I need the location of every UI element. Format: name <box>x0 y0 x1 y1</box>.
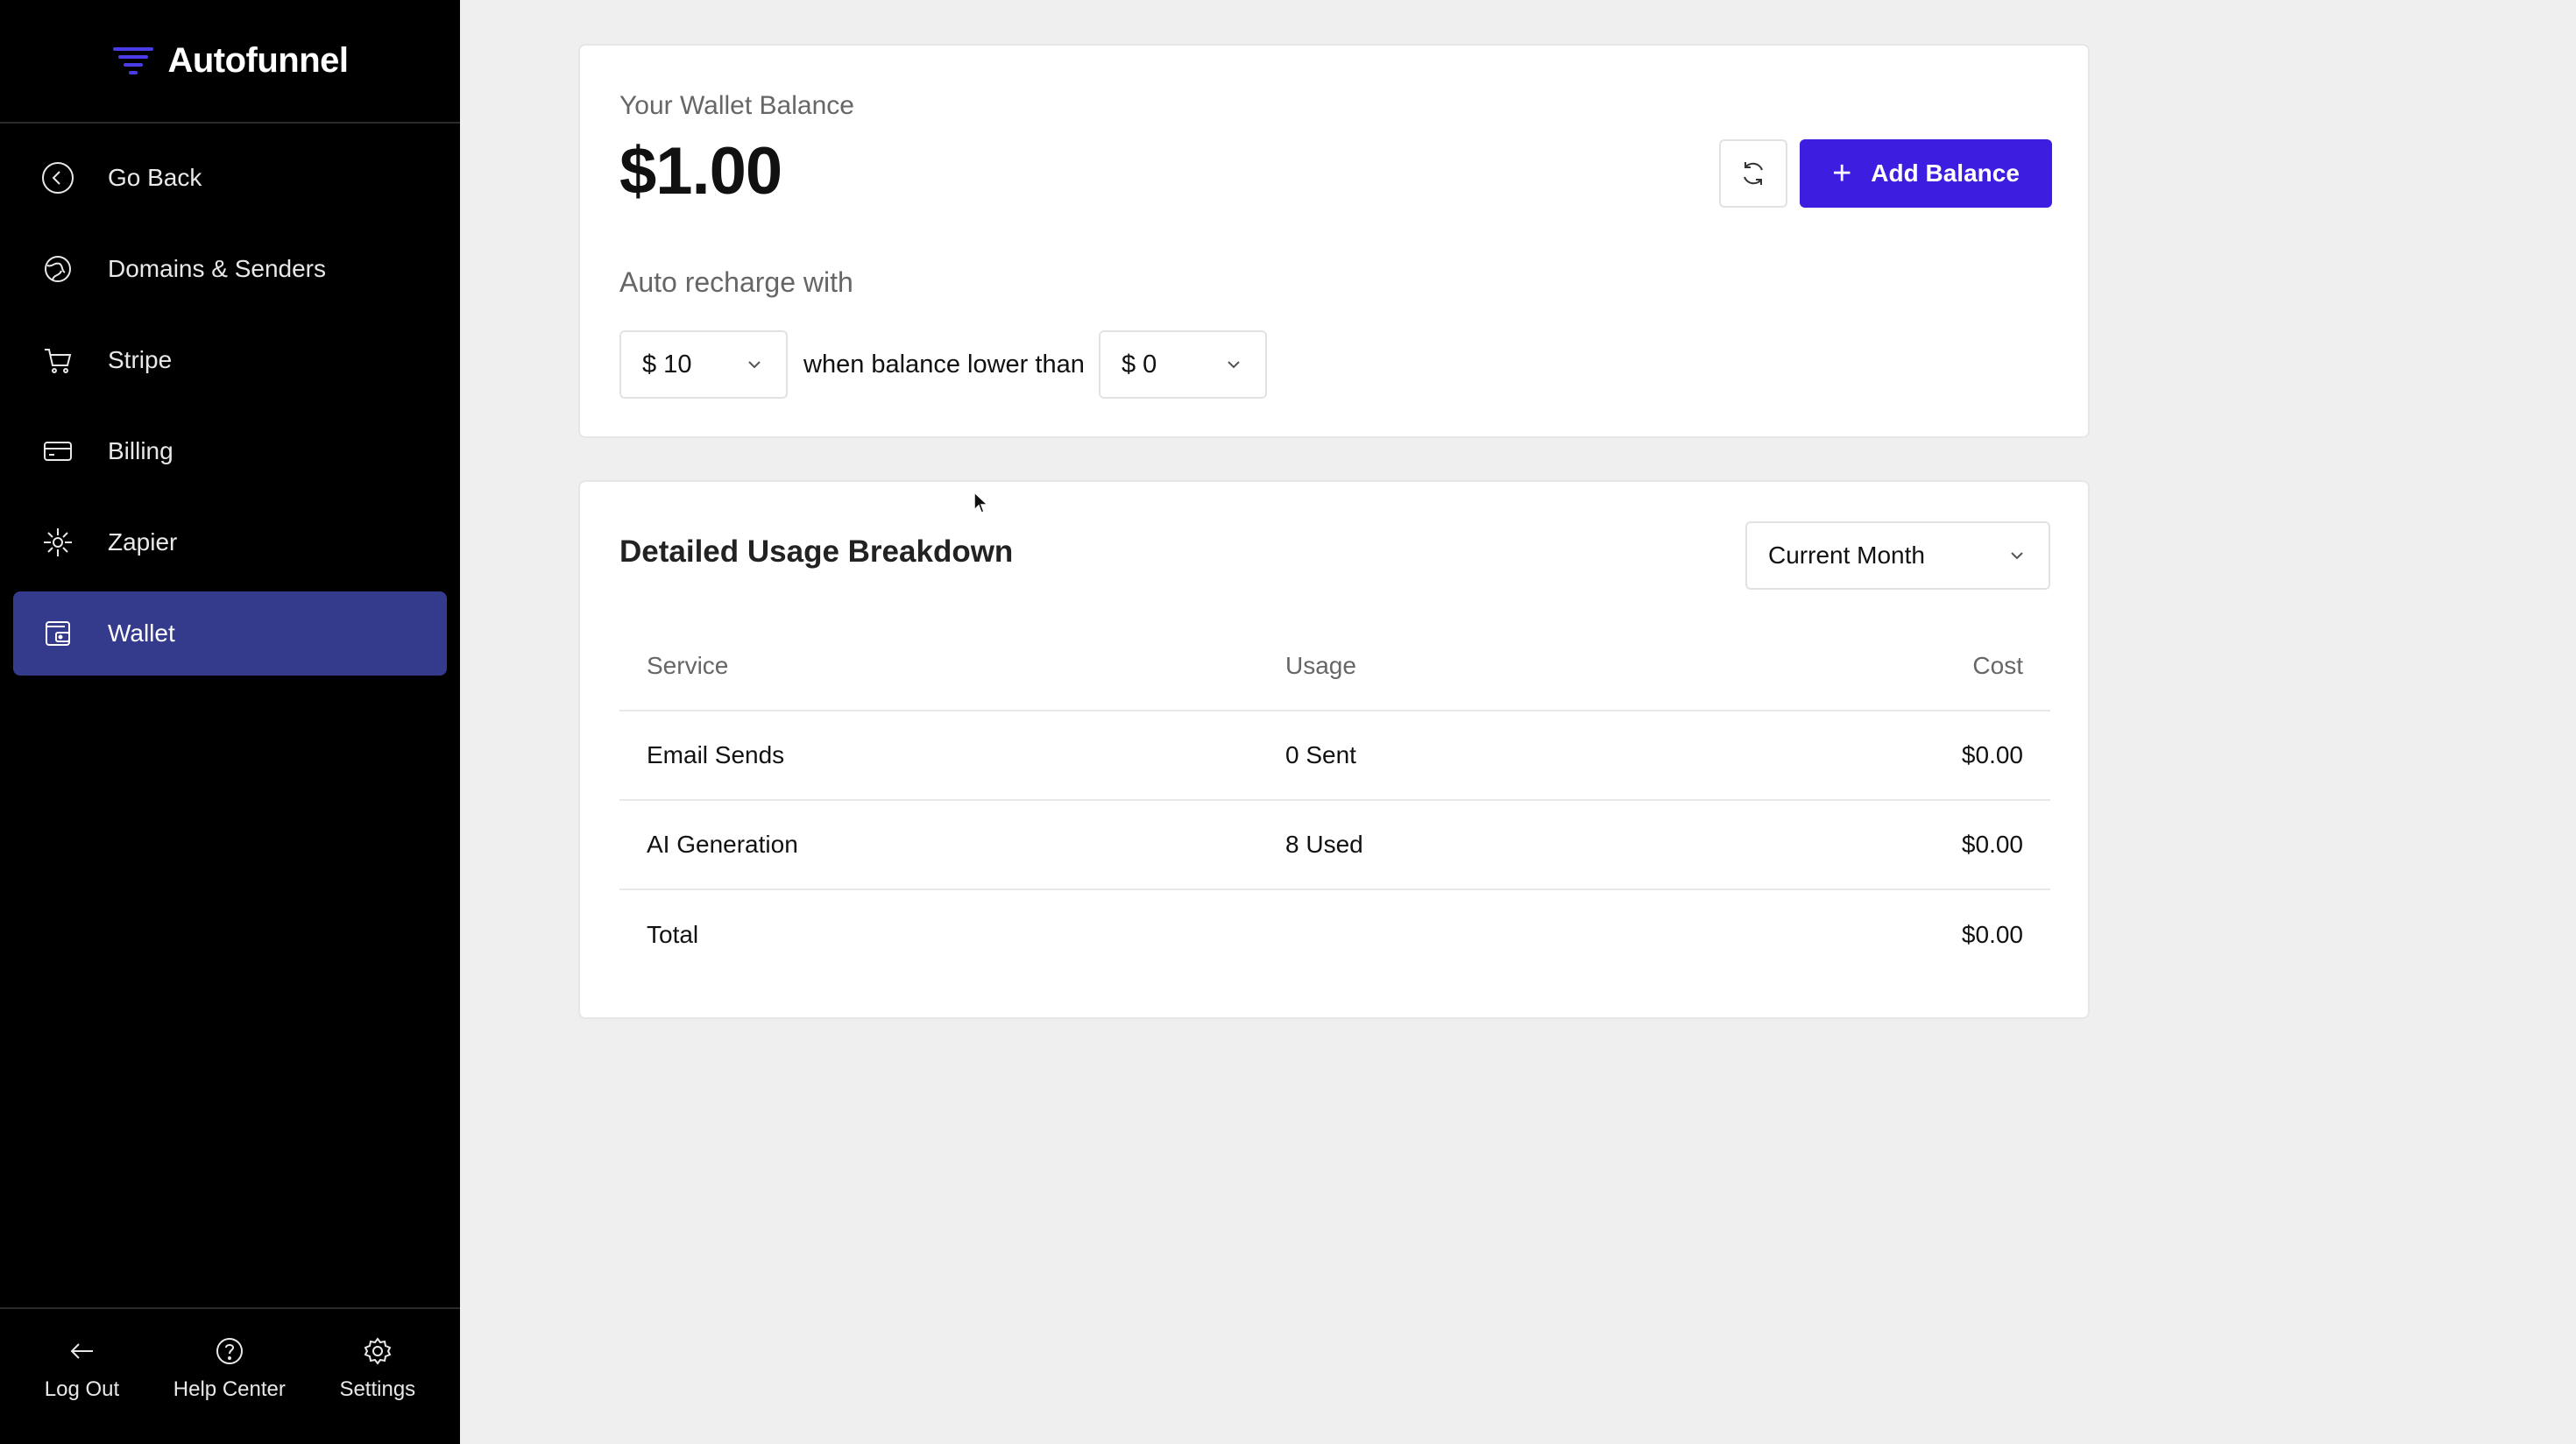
sidebar-item-zapier[interactable]: Zapier <box>13 500 447 584</box>
refresh-icon <box>1744 162 1763 185</box>
column-header-service: Service <box>647 652 729 679</box>
sidebar-footer: Log Out Help Center Settings <box>0 1307 460 1444</box>
sidebar-item-label: Wallet <box>108 619 175 647</box>
sidebar-item-wallet[interactable]: Wallet <box>13 591 447 676</box>
table-header-row: Service Usage Cost <box>619 622 2050 711</box>
threshold-amount-select[interactable]: $ 0 <box>1099 330 1267 399</box>
sidebar-item-domains[interactable]: Domains & Senders <box>13 227 447 311</box>
cell-service: Total <box>647 921 699 948</box>
column-header-usage: Usage <box>1285 652 1356 679</box>
footer-label: Help Center <box>173 1377 286 1401</box>
usage-title: Detailed Usage Breakdown <box>619 534 1014 569</box>
threshold-amount-value: $ 0 <box>1122 350 1157 379</box>
help-center-button[interactable]: Help Center <box>173 1309 286 1444</box>
arrow-left-icon <box>70 1343 93 1359</box>
add-balance-button[interactable]: + Add Balance <box>1800 139 2052 208</box>
sidebar-nav: Go Back Domains & Senders Stripe Billing… <box>0 124 460 676</box>
sidebar-item-go-back[interactable]: Go Back <box>13 136 447 220</box>
period-value: Current Month <box>1768 542 1925 569</box>
zapier-icon <box>37 521 79 563</box>
recharge-amount-select[interactable]: $ 10 <box>619 330 788 399</box>
table-row-total: Total $0.00 <box>619 890 2050 980</box>
settings-button[interactable]: Settings <box>339 1309 415 1444</box>
chevron-down-icon <box>2011 552 2023 560</box>
funnel-logo-icon <box>113 46 154 74</box>
plus-icon: + <box>1832 155 1852 192</box>
when-balance-text: when balance lower than <box>803 350 1085 379</box>
usage-breakdown-card: Detailed Usage Breakdown Current Month S… <box>578 480 2090 1019</box>
column-header-cost: Cost <box>1972 652 2023 679</box>
credit-card-icon <box>37 430 79 472</box>
cell-service: Email Sends <box>647 741 785 768</box>
footer-label: Log Out <box>44 1377 120 1401</box>
chevron-down-icon <box>1228 361 1240 369</box>
sidebar-item-label: Zapier <box>108 528 178 556</box>
table-row: Email Sends 0 Sent $0.00 <box>619 711 2050 801</box>
chevron-down-icon <box>748 361 761 369</box>
add-balance-label: Add Balance <box>1871 159 2020 187</box>
recharge-amount-value: $ 10 <box>642 350 692 379</box>
usage-table: Service Usage Cost Email Sends 0 Sent $0… <box>619 622 2050 980</box>
sidebar: Autofunnel Go Back Domains & Senders Str… <box>0 0 460 1444</box>
wallet-balance-label: Your Wallet Balance <box>619 91 854 120</box>
cell-cost: $0.00 <box>1961 831 2023 858</box>
globe-icon <box>37 248 79 290</box>
period-select[interactable]: Current Month <box>1745 521 2050 590</box>
auto-recharge-label: Auto recharge with <box>619 266 853 298</box>
help-circle-icon <box>216 1338 243 1364</box>
sidebar-item-label: Billing <box>108 437 173 464</box>
gear-icon <box>364 1337 392 1365</box>
sidebar-item-label: Go Back <box>108 164 202 191</box>
cell-cost: $0.00 <box>1961 741 2023 768</box>
sidebar-item-billing[interactable]: Billing <box>13 409 447 493</box>
arrow-left-circle-icon <box>37 157 79 199</box>
cell-service: AI Generation <box>647 831 798 858</box>
cell-cost: $0.00 <box>1961 921 2023 948</box>
mouse-cursor-icon <box>973 491 989 513</box>
brand-name: Autofunnel <box>167 41 349 80</box>
sidebar-item-stripe[interactable]: Stripe <box>13 318 447 402</box>
logout-button[interactable]: Log Out <box>45 1309 119 1444</box>
sidebar-item-label: Domains & Senders <box>108 255 327 282</box>
wallet-balance-amount: $1.00 <box>619 134 782 209</box>
cell-usage: 0 Sent <box>1285 741 1356 768</box>
wallet-icon <box>37 612 79 655</box>
cell-usage: 8 Used <box>1285 831 1363 858</box>
footer-label: Settings <box>339 1377 416 1401</box>
refresh-button[interactable] <box>1719 139 1787 208</box>
cart-icon <box>37 339 79 381</box>
brand[interactable]: Autofunnel <box>0 0 460 124</box>
sidebar-item-label: Stripe <box>108 346 173 373</box>
wallet-balance-card: Your Wallet Balance $1.00 + Add Balance … <box>578 44 2090 438</box>
table-row: AI Generation 8 Used $0.00 <box>619 801 2050 890</box>
